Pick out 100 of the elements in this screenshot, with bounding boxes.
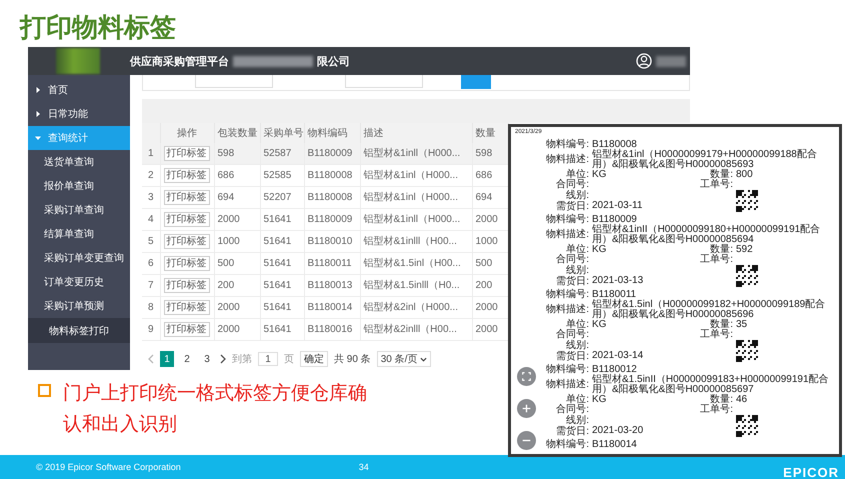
confirm-button[interactable]: 确定 bbox=[300, 351, 328, 368]
page-size-select[interactable]: 30 条/页 bbox=[376, 351, 432, 368]
field-label: 工单号: bbox=[699, 405, 733, 415]
print-label-button[interactable]: 打印标签 bbox=[164, 146, 210, 160]
table-cell: B1180010 bbox=[308, 236, 352, 246]
field-value: B1180012 bbox=[592, 365, 637, 375]
sidebar-item[interactable]: 日常功能 bbox=[28, 102, 130, 126]
field-label: 物料编号: bbox=[545, 365, 589, 375]
field-value: KG bbox=[592, 245, 608, 255]
table-cell: 51641 bbox=[264, 302, 292, 312]
table-cell: 200 bbox=[476, 280, 492, 290]
sidebar-subitem[interactable]: 订单变更历史 bbox=[28, 270, 130, 294]
print-label-button[interactable]: 打印标签 bbox=[164, 322, 210, 336]
sidebar-subitem[interactable]: 采购订单查询 bbox=[28, 198, 130, 222]
total-count: 共 90 条 bbox=[334, 352, 371, 366]
caret-icon bbox=[35, 87, 41, 93]
table-cell: 2000 bbox=[476, 324, 498, 334]
zoom-out-icon[interactable] bbox=[517, 431, 536, 450]
page-button[interactable]: 1 bbox=[160, 351, 174, 368]
sidebar-subitem[interactable]: 采购订单变更查询 bbox=[28, 246, 130, 270]
print-label-button[interactable]: 打印标签 bbox=[164, 168, 210, 182]
sidebar-item[interactable]: 首页 bbox=[28, 78, 130, 102]
page-input[interactable]: 1 bbox=[258, 352, 278, 366]
table-cell: 598 bbox=[218, 148, 234, 158]
sidebar-subitem[interactable]: 物料标签打印 bbox=[28, 318, 130, 343]
qr-code bbox=[736, 340, 758, 362]
field-label: 数量: bbox=[710, 245, 733, 255]
table-cell: 铝型材&1.5inlll（H0... bbox=[364, 280, 460, 291]
qr-code bbox=[736, 265, 758, 287]
print-label-button[interactable]: 打印标签 bbox=[164, 256, 210, 270]
field-value: 铝型材&1inl（H00000099179+H00000099188配合用）&阳极氧化&图号H00000085693 bbox=[592, 150, 818, 170]
field-value: 46 bbox=[736, 395, 748, 405]
field-value: KG bbox=[592, 395, 608, 405]
user-icon[interactable] bbox=[636, 53, 652, 69]
row-number: 3 bbox=[142, 186, 160, 208]
field-label: 工单号: bbox=[699, 255, 733, 265]
table-cell: 2000 bbox=[476, 302, 498, 312]
sidebar-subitem[interactable]: 送货单查询 bbox=[28, 150, 130, 174]
row-number: 8 bbox=[142, 296, 160, 318]
table-cell: 694 bbox=[476, 192, 492, 202]
table-cell: 52207 bbox=[264, 192, 292, 202]
chevron-left-icon[interactable] bbox=[148, 354, 154, 364]
print-label-button[interactable]: 打印标签 bbox=[164, 300, 210, 314]
field-label: 单位: bbox=[566, 170, 589, 180]
table-cell: 2000 bbox=[476, 214, 498, 224]
table-cell: 694 bbox=[218, 192, 234, 202]
table-cell: B1180016 bbox=[308, 324, 352, 334]
copyright-text: © 2019 Epicor Software Corporation bbox=[36, 462, 181, 472]
bullet-icon bbox=[38, 384, 51, 397]
table-cell: 500 bbox=[476, 258, 492, 268]
field-label: 合同号: bbox=[555, 405, 589, 415]
print-label-button[interactable]: 打印标签 bbox=[164, 212, 210, 226]
field-label: 线别: bbox=[565, 341, 589, 351]
zoom-in-icon[interactable] bbox=[517, 399, 536, 418]
qr-code bbox=[736, 415, 758, 437]
field-label: 物料描述: bbox=[545, 305, 589, 315]
field-value: 35 bbox=[736, 320, 748, 330]
field-label: 物料编号: bbox=[545, 440, 589, 450]
field-label: 合同号: bbox=[555, 255, 589, 265]
chevron-right-icon[interactable] bbox=[220, 354, 226, 364]
field-value: 2021-03-13 bbox=[592, 276, 644, 287]
caret-icon bbox=[420, 356, 428, 362]
slide-title: 打印物料标签 bbox=[18, 11, 176, 44]
sidebar-subitem[interactable]: 结算单查询 bbox=[28, 222, 130, 246]
row-number: 7 bbox=[142, 274, 160, 296]
app-title: 供应商采购管理平台 bbox=[130, 54, 229, 68]
fullscreen-icon[interactable] bbox=[517, 367, 536, 386]
table-cell: 铝型材&1inll（H000... bbox=[364, 148, 460, 159]
field-value: 800 bbox=[736, 170, 754, 180]
field-value: 2021-03-14 bbox=[592, 351, 644, 362]
column-header: 数量 bbox=[472, 122, 508, 142]
input-field[interactable] bbox=[345, 75, 423, 88]
field-label: 合同号: bbox=[555, 330, 589, 340]
field-label: 线别: bbox=[565, 416, 589, 426]
field-label: 单位: bbox=[566, 395, 589, 405]
brand-logo: EPICOR bbox=[783, 467, 839, 479]
table-cell: 686 bbox=[218, 170, 234, 180]
table-cell: B1180013 bbox=[308, 280, 352, 290]
page-button[interactable]: 2 bbox=[180, 351, 194, 368]
field-label: 需货日: bbox=[555, 427, 589, 437]
table-cell: 51641 bbox=[264, 258, 292, 268]
field-label: 需货日: bbox=[555, 202, 589, 212]
table-cell: 铝型材&2inl（H000... bbox=[364, 302, 458, 313]
page-button[interactable]: 3 bbox=[200, 351, 214, 368]
print-label-button[interactable]: 打印标签 bbox=[164, 190, 210, 204]
sidebar-subitem[interactable]: 报价单查询 bbox=[28, 174, 130, 198]
sidebar-subitem[interactable]: 采购订单预测 bbox=[28, 294, 130, 318]
caret-icon bbox=[35, 135, 41, 141]
table-cell: B1180011 bbox=[308, 258, 352, 268]
field-label: 线别: bbox=[565, 266, 589, 276]
input-field[interactable] bbox=[195, 75, 273, 88]
field-label: 单位: bbox=[566, 245, 589, 255]
print-label-button[interactable]: 打印标签 bbox=[164, 278, 210, 292]
field-label: 需货日: bbox=[555, 277, 589, 287]
column-header: 物料编码 bbox=[304, 122, 360, 142]
print-label-button[interactable]: 打印标签 bbox=[164, 234, 210, 248]
table-cell: 2000 bbox=[218, 324, 240, 334]
table-cell: 铝型材&1inll（H000... bbox=[364, 214, 460, 225]
table-cell: 铝型材&2inlll（H00... bbox=[364, 324, 457, 335]
field-label: 数量: bbox=[710, 395, 733, 405]
